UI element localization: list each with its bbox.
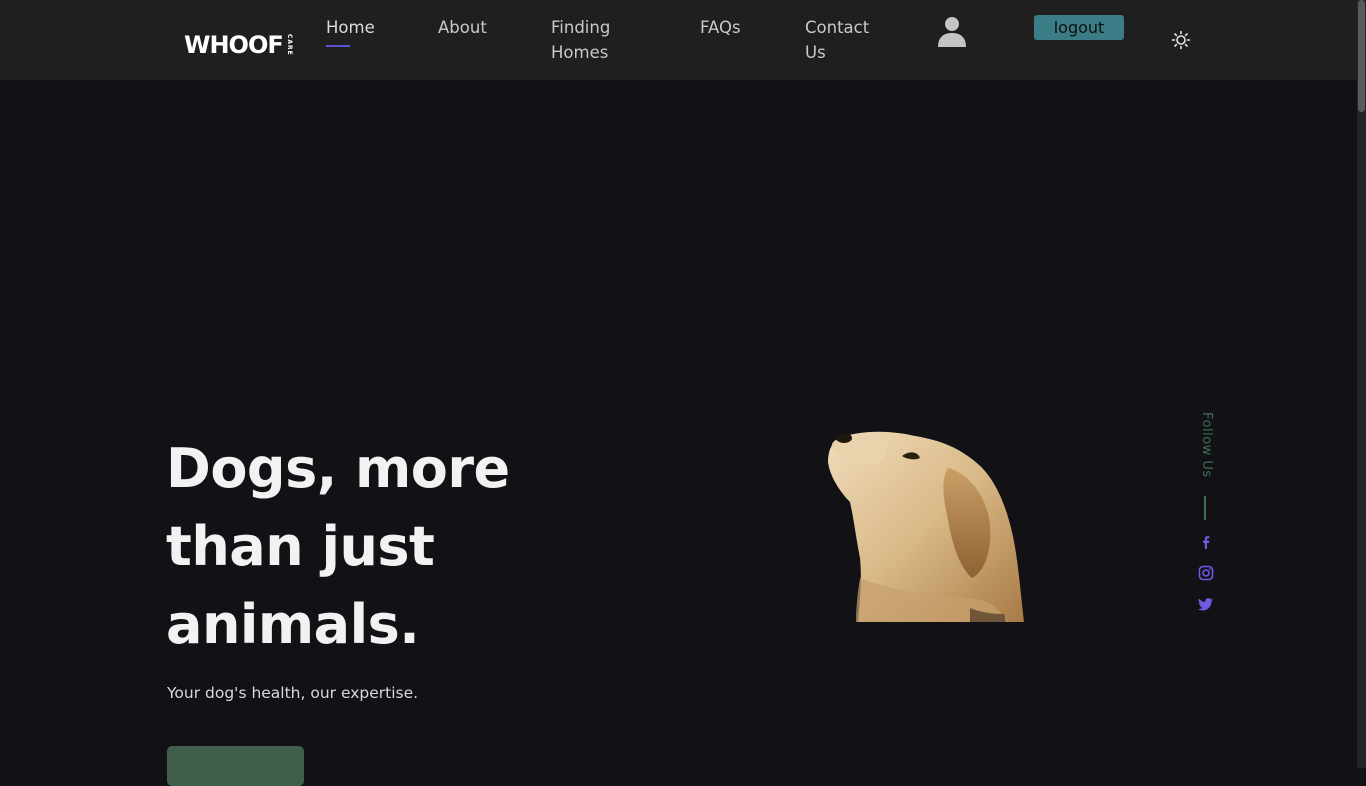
scrollbar-thumb[interactable] (1358, 0, 1365, 112)
nav-faqs[interactable]: FAQs (700, 15, 741, 40)
twitter-icon[interactable] (1198, 596, 1214, 612)
user-icon[interactable] (937, 16, 967, 48)
follow-us-label: Follow Us (1199, 412, 1214, 478)
golden-retriever-dog-image (828, 431, 1024, 622)
nav-home[interactable]: Home (326, 15, 375, 40)
logout-button[interactable]: logout (1034, 15, 1124, 40)
hero-subtitle: Your dog's health, our expertise. (167, 684, 419, 702)
whoof-care-logo[interactable]: WHOOF CARE (184, 30, 293, 60)
hero-title: Dogs, more than just animals. (166, 437, 510, 656)
hero-cta-button[interactable] (167, 746, 304, 786)
follow-divider (1204, 496, 1206, 520)
nav-finding-homes[interactable]: Finding Homes (551, 15, 631, 65)
nav-about[interactable]: About (438, 15, 487, 40)
logo-subtitle: CARE (285, 34, 293, 56)
logo-wordmark: WHOOF (184, 31, 284, 59)
sun-icon[interactable] (1171, 30, 1191, 50)
nav-active-indicator (326, 45, 350, 47)
instagram-icon[interactable] (1198, 565, 1214, 581)
facebook-icon[interactable] (1198, 534, 1214, 550)
nav-contact-us[interactable]: Contact Us (805, 15, 880, 65)
top-navigation-bar: WHOOF CARE Home About Finding Homes FAQs… (0, 0, 1357, 80)
page-scrollbar[interactable] (1357, 0, 1366, 768)
